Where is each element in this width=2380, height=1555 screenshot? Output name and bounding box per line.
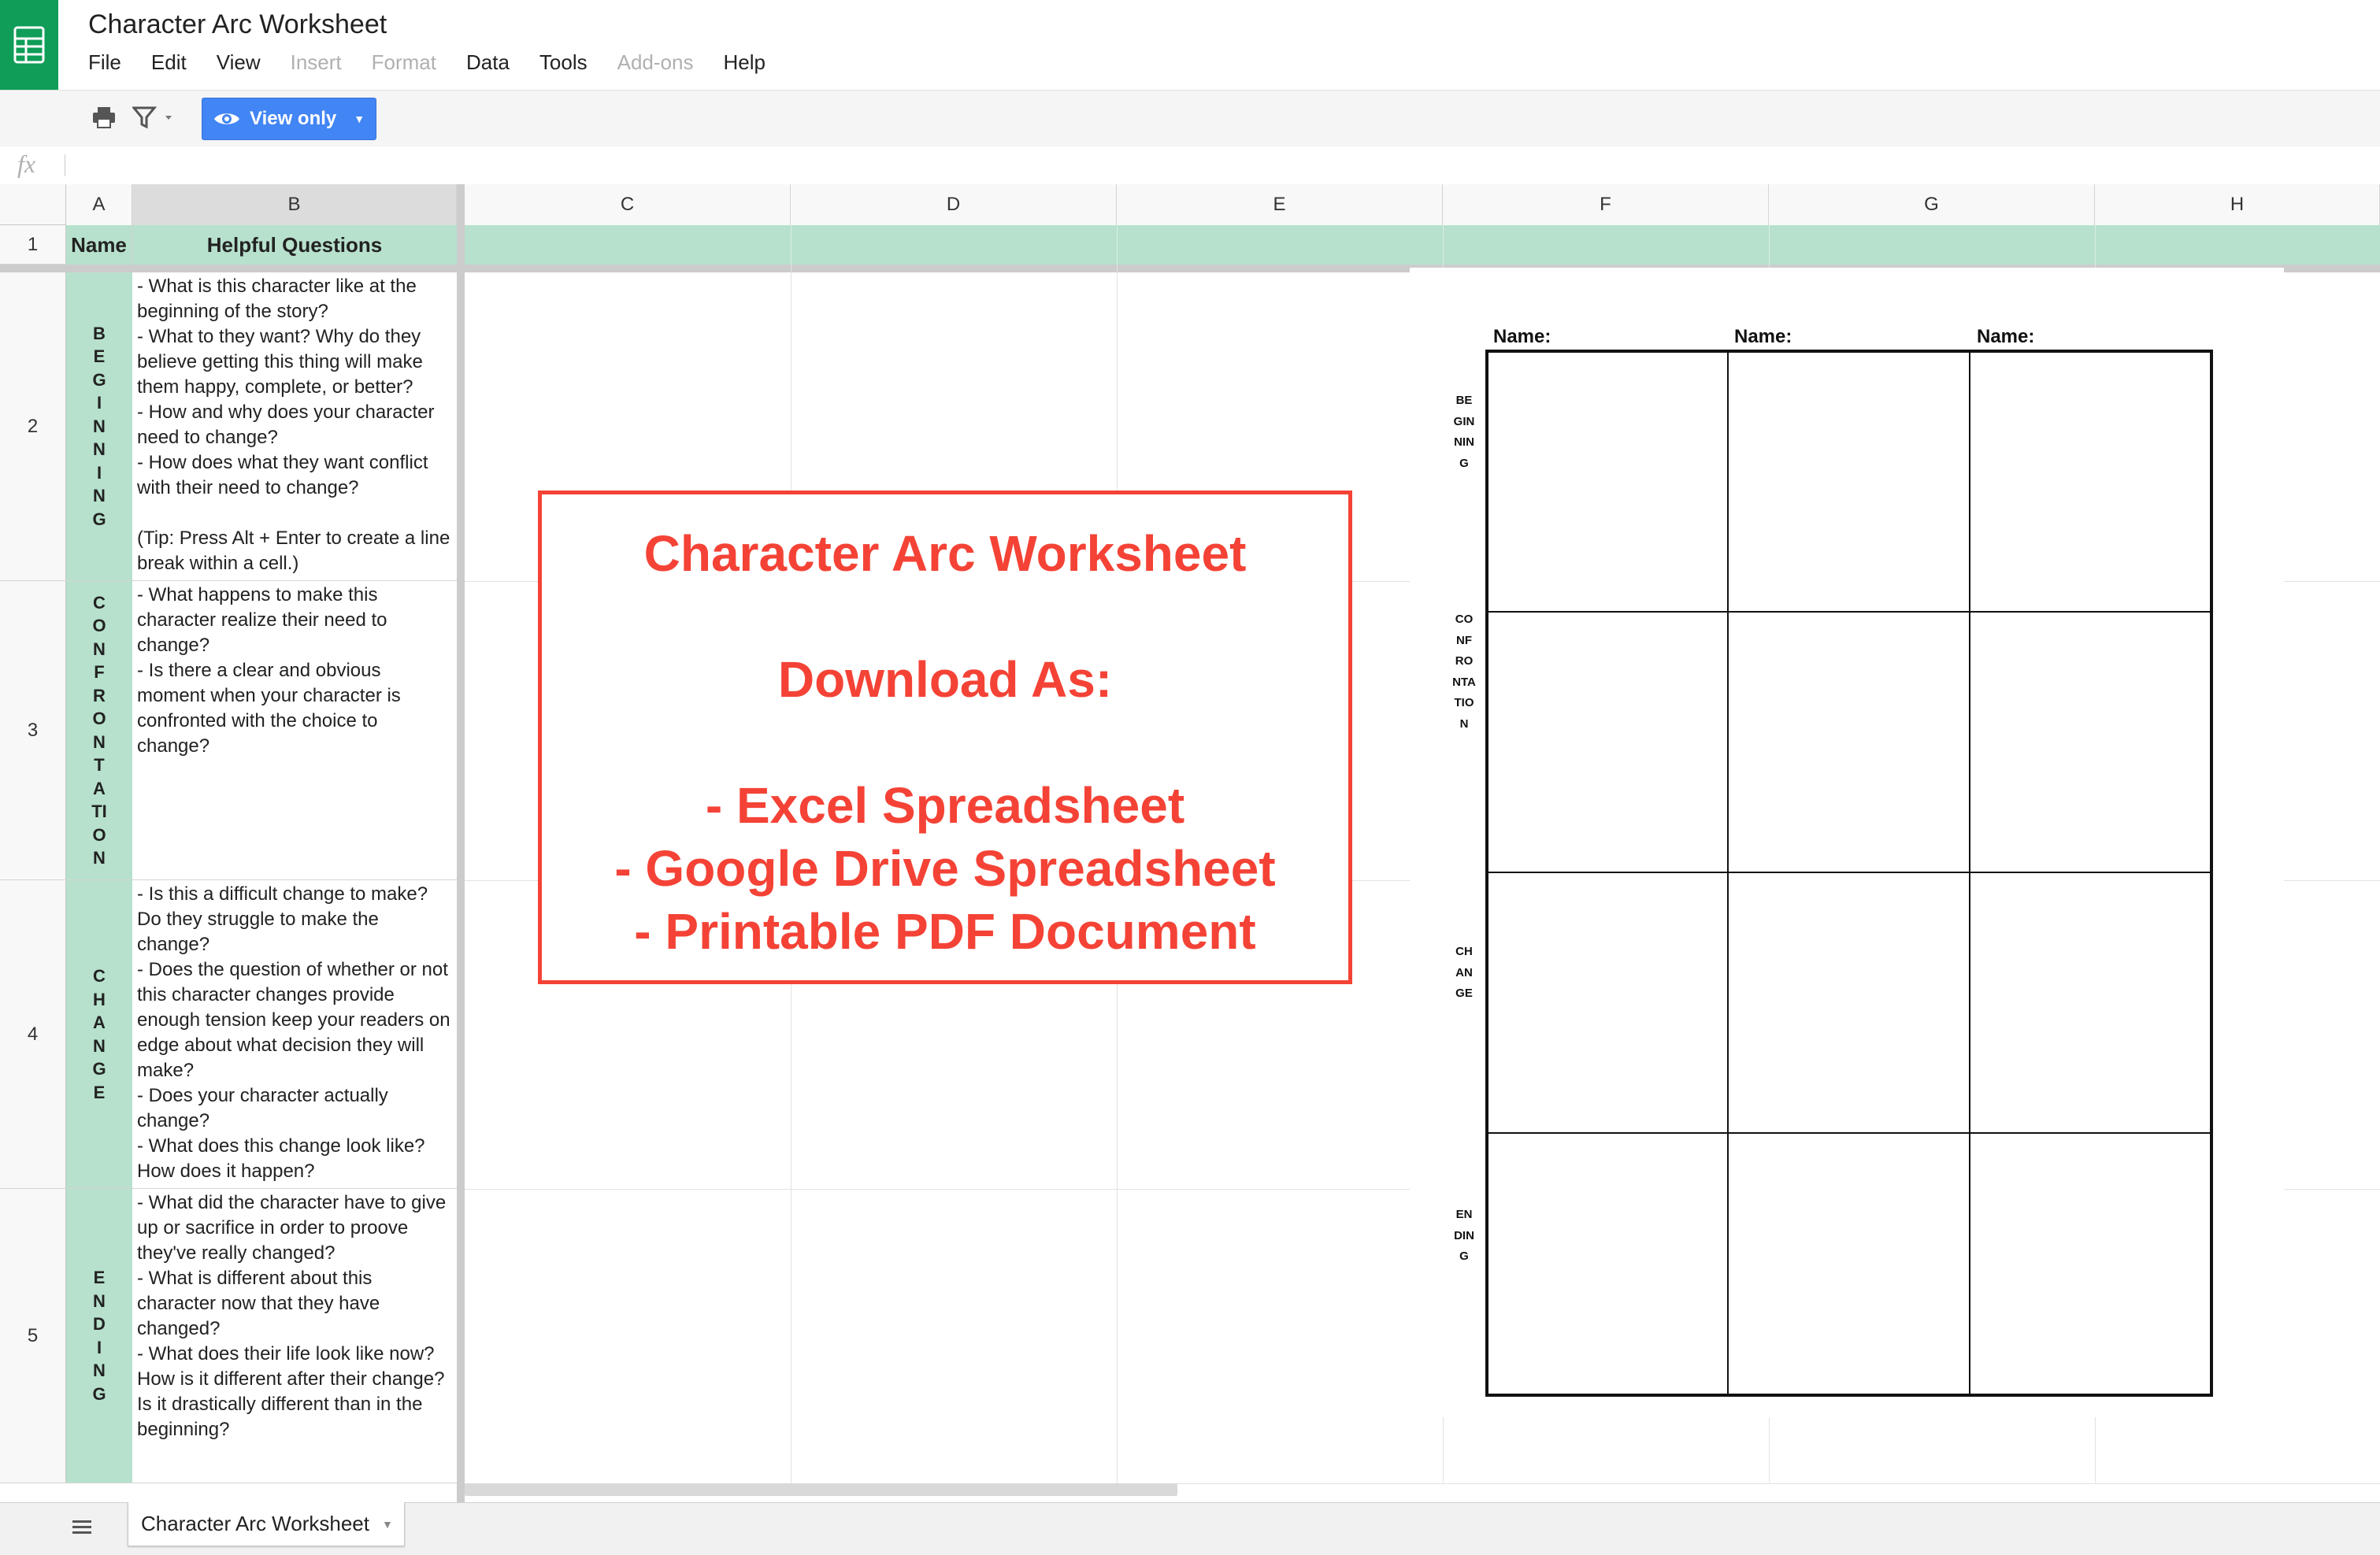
column-header-g[interactable]: G	[1769, 184, 2095, 225]
cell-b5-questions[interactable]: - What did the character have to give up…	[132, 1189, 457, 1483]
column-header-f[interactable]: F	[1443, 184, 1769, 225]
menu-add-ons: Add-ons	[617, 50, 694, 74]
cell-a3-stage[interactable]: CONFRONTATION	[66, 581, 132, 880]
preview-stage-ending: ENDING	[1454, 1208, 1474, 1263]
cell-a1[interactable]: Name	[66, 225, 132, 265]
cell-a2-stage[interactable]: BEGINNING	[66, 272, 132, 581]
row-header-2[interactable]: 2	[0, 272, 66, 581]
view-only-button[interactable]: View only ▼	[202, 98, 376, 140]
promo-option-google-drive: - Google Drive Spreadsheet	[614, 840, 1276, 897]
gridline	[2095, 225, 2096, 265]
preview-grid	[1485, 350, 2213, 1397]
promo-option-excel: - Excel Spreadsheet	[705, 777, 1185, 834]
row-header-3[interactable]: 3	[0, 581, 66, 880]
gridline	[1443, 225, 1444, 265]
sheets-logo-icon[interactable]	[0, 0, 58, 90]
stage-label: CHANGE	[92, 966, 106, 1102]
column-header-d[interactable]: D	[791, 184, 1117, 225]
menu-help[interactable]: Help	[723, 50, 765, 82]
cell-a4-stage[interactable]: CHANGE	[66, 880, 132, 1189]
column-header-h[interactable]: H	[2095, 184, 2380, 225]
cell-b2-questions[interactable]: - What is this character like at the beg…	[132, 272, 457, 581]
gridline	[1769, 225, 1770, 265]
menu-tools[interactable]: Tools	[539, 50, 588, 82]
menu-edit[interactable]: Edit	[151, 50, 187, 82]
row-1-fill	[465, 225, 2380, 265]
cell-b3-questions[interactable]: - What happens to make this character re…	[132, 581, 457, 880]
promo-option-pdf: - Printable PDF Document	[634, 903, 1256, 960]
preview-name-label-1: Name:	[1493, 326, 1551, 347]
menu-bar: File Edit View Insert Format Data Tools …	[88, 50, 795, 82]
printable-worksheet-preview: Name: Name: Name: BEGINNING CONFRONTATIO…	[1410, 268, 2284, 1417]
select-all-corner[interactable]	[0, 184, 66, 225]
preview-stage-change: CHANGE	[1455, 945, 1473, 1000]
column-header-c[interactable]: C	[465, 184, 791, 225]
row-header-1[interactable]: 1	[0, 225, 66, 265]
preview-stage-beginning: BEGINNING	[1453, 394, 1475, 470]
promo-title: Character Arc Worksheet	[643, 525, 1247, 582]
formula-input[interactable]	[76, 153, 2360, 180]
document-title[interactable]: Character Arc Worksheet	[88, 9, 387, 40]
fx-icon: fx	[17, 150, 36, 178]
print-icon[interactable]	[91, 106, 117, 133]
row-header-4[interactable]: 4	[0, 880, 66, 1189]
row-header-5[interactable]: 5	[0, 1189, 66, 1483]
filter-icon[interactable]	[131, 106, 176, 133]
preview-stage-confrontation: CONFRONTATION	[1452, 613, 1476, 731]
stage-label: CONFRONTATION	[91, 592, 107, 868]
menu-format: Format	[371, 50, 436, 74]
sheet-tab-character-arc-worksheet[interactable]: Character Arc Worksheet ▼	[128, 1502, 405, 1546]
chevron-down-icon: ▼	[354, 113, 365, 125]
stage-label: BEGINNING	[92, 323, 106, 529]
eye-icon	[213, 110, 240, 128]
sheet-tab-label: Character Arc Worksheet	[141, 1512, 369, 1535]
chevron-down-icon[interactable]: ▼	[382, 1518, 393, 1531]
menu-view[interactable]: View	[217, 50, 261, 82]
stage-label: ENDING	[92, 1268, 106, 1404]
column-header-a[interactable]: A	[66, 184, 132, 225]
frozen-column-divider[interactable]	[457, 184, 465, 1502]
preview-name-label-2: Name:	[1734, 326, 1792, 347]
cell-a5-stage[interactable]: ENDING	[66, 1189, 132, 1483]
menu-insert: Insert	[290, 50, 342, 74]
column-header-b[interactable]: B	[132, 184, 457, 225]
horizontal-scrollbar[interactable]	[465, 1483, 1177, 1496]
menu-file[interactable]: File	[88, 50, 121, 82]
promo-subtitle: Download As:	[777, 651, 1113, 708]
view-only-label: View only	[250, 108, 337, 129]
cell-b1[interactable]: Helpful Questions	[132, 225, 457, 265]
all-sheets-menu-icon[interactable]	[71, 1518, 93, 1541]
cell-b4-questions[interactable]: - Is this a difficult change to make? Do…	[132, 880, 457, 1189]
download-promo-box: Character Arc Worksheet Download As: - E…	[538, 491, 1352, 984]
column-header-e[interactable]: E	[1117, 184, 1443, 225]
preview-name-label-3: Name:	[1977, 326, 2035, 347]
menu-data[interactable]: Data	[466, 50, 510, 82]
gridline	[1117, 225, 1118, 265]
